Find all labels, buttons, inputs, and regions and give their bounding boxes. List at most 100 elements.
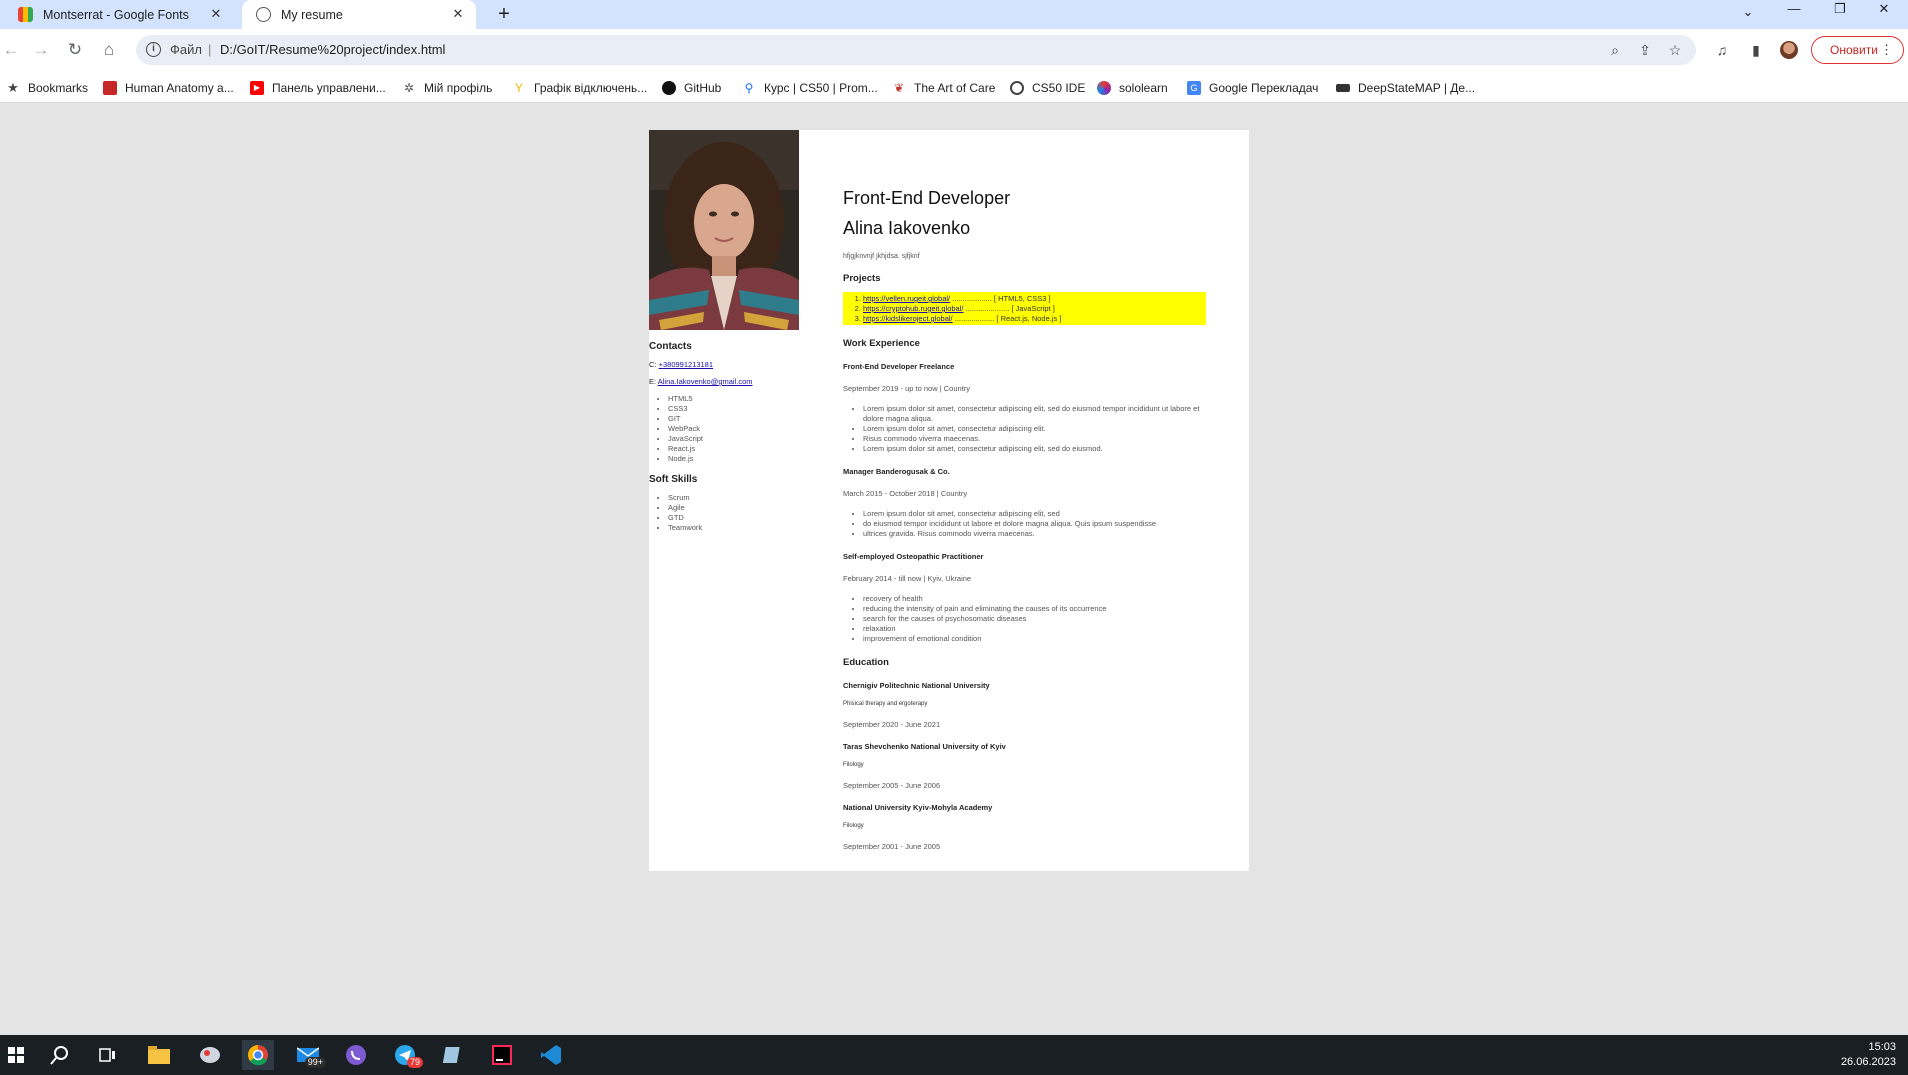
bookmark-star-icon[interactable]: ☆ xyxy=(1666,41,1684,59)
github-icon xyxy=(662,81,676,95)
address-bar[interactable]: i Файл | D:/GoIT/Resume%20project/index.… xyxy=(136,35,1696,65)
address-separator: | xyxy=(208,42,212,57)
project-link[interactable]: https://kidslikeroject.global/ xyxy=(863,314,953,323)
reload-icon[interactable]: ↻ xyxy=(64,39,86,61)
windows-start-icon[interactable] xyxy=(0,1040,32,1070)
bookmark-item[interactable]: ✲ Мій профіль xyxy=(402,79,492,97)
bookmark-item[interactable]: Human Anatomy a... xyxy=(103,79,234,97)
address-url[interactable]: D:/GoIT/Resume%20project/index.html xyxy=(220,42,445,57)
project-link[interactable]: https://vellen.rugeit.global/ xyxy=(863,294,950,303)
tab-google-fonts[interactable]: Montserrat - Google Fonts ✕ xyxy=(8,0,234,29)
back-icon[interactable]: ← xyxy=(0,39,22,61)
bookmark-label: sololearn xyxy=(1119,81,1168,95)
new-tab-button[interactable]: + xyxy=(490,3,518,27)
telegram-icon[interactable]: 79 xyxy=(389,1040,423,1070)
bookmark-item[interactable]: DeepStateMAP | Де... xyxy=(1336,79,1475,97)
project-tech: [ React.js, Node.js ] xyxy=(996,314,1062,323)
school-name: Chernigiv Politechnic National Universit… xyxy=(843,681,990,690)
file-explorer-icon[interactable] xyxy=(143,1040,175,1070)
email-line: E: Alina.Iakovenko@gmail.com xyxy=(649,377,799,386)
share-icon[interactable]: ⇪ xyxy=(1636,41,1654,59)
resume-card: Contacts C: +380991213181 E: Alina.Iakov… xyxy=(649,130,1249,871)
tab-my-resume[interactable]: My resume ✕ xyxy=(242,0,476,29)
bookmark-item[interactable]: sololearn xyxy=(1097,79,1168,97)
mail-icon[interactable]: 99+ xyxy=(292,1040,326,1070)
telegram-badge: 79 xyxy=(406,1057,423,1068)
side-panel-icon[interactable]: ▮ xyxy=(1746,40,1766,60)
email-link[interactable]: Alina.Iakovenko@gmail.com xyxy=(658,377,753,386)
browser-toolbar: ← → ↻ ⌂ i Файл | D:/GoIT/Resume%20projec… xyxy=(0,29,1908,73)
phone-line: C: +380991213181 xyxy=(649,360,799,369)
close-icon[interactable]: ✕ xyxy=(208,6,224,22)
app-icon[interactable] xyxy=(194,1040,226,1070)
list-item: WebPack xyxy=(668,424,799,434)
phone-link[interactable]: +380991213181 xyxy=(659,360,713,369)
job-entry-period: February 2014 - till now | Kyiv, Ukraine xyxy=(843,574,972,583)
bookmark-item[interactable]: ❦ The Art of Care xyxy=(892,79,995,97)
list-item: HTML5 xyxy=(668,394,799,404)
education-heading: Education xyxy=(843,657,889,668)
google-fonts-icon xyxy=(18,7,33,22)
bookmark-item[interactable]: ⚲ Курс | CS50 | Prom... xyxy=(742,79,878,97)
job-entry-period: September 2019 - up to now | Country xyxy=(843,384,971,393)
close-window-icon[interactable]: ✕ xyxy=(1862,0,1906,20)
list-item: GTD xyxy=(668,513,799,523)
update-button[interactable]: Оновити ⋮ xyxy=(1811,36,1904,64)
tab-search-icon[interactable]: ⌄ xyxy=(1726,3,1770,23)
list-item: recovery of health xyxy=(863,594,1203,604)
bookmark-item[interactable]: G Google Перекладач xyxy=(1187,79,1318,97)
list-item: Lorem ipsum dolor sit amet, consectetur … xyxy=(863,404,1203,424)
list-item: JavaScript xyxy=(668,434,799,444)
globe-icon xyxy=(256,7,271,22)
clock-time: 15:03 xyxy=(1868,1041,1896,1053)
bookmark-label: Панель управлени... xyxy=(272,81,386,95)
taskbar: 99+ 79 15:03 26.06.2023 xyxy=(0,1035,1908,1075)
clock-date: 26.06.2023 xyxy=(1840,1056,1896,1068)
mail-badge: 99+ xyxy=(304,1057,326,1068)
search-icon[interactable] xyxy=(44,1040,76,1070)
job-duties-list: recovery of health reducing the intensit… xyxy=(863,594,1203,644)
list-item: Node.js xyxy=(668,454,799,464)
bookmark-item[interactable]: Y Графік відключень... xyxy=(512,79,647,97)
media-control-icon[interactable]: ♫ xyxy=(1712,40,1732,60)
tagline: hfjgjknvnjf jkhjdsa. sjfjknf xyxy=(843,253,920,260)
job-duties-list: Lorem ipsum dolor sit amet, consectetur … xyxy=(863,404,1203,454)
notepad-icon[interactable] xyxy=(437,1040,469,1070)
tab-title: My resume xyxy=(281,7,343,22)
project-dots: ................... xyxy=(952,294,992,303)
list-item: Teamwork xyxy=(668,523,799,533)
chrome-icon[interactable] xyxy=(242,1040,274,1070)
vscode-icon[interactable] xyxy=(535,1040,567,1070)
project-dots: ................... xyxy=(954,314,995,323)
contacts-heading: Contacts xyxy=(649,341,692,352)
info-icon[interactable]: i xyxy=(146,42,161,57)
system-clock[interactable]: 15:03 26.06.2023 xyxy=(1841,1040,1896,1070)
viber-icon[interactable] xyxy=(340,1040,372,1070)
home-icon[interactable]: ⌂ xyxy=(98,39,120,61)
close-icon[interactable]: ✕ xyxy=(450,6,466,22)
intellij-icon[interactable] xyxy=(486,1040,518,1070)
address-scheme: Файл xyxy=(170,42,202,57)
project-link[interactable]: https://cryptohub.rugeit.global/ xyxy=(863,304,963,313)
study-period: September 2001 - June 2005 xyxy=(843,842,941,851)
task-view-icon[interactable] xyxy=(92,1040,124,1070)
bookmark-item[interactable]: CS50 IDE xyxy=(1010,79,1085,97)
forward-icon[interactable]: → xyxy=(30,39,52,61)
menu-dots-icon[interactable]: ⋮ xyxy=(1880,37,1893,63)
list-item: Risus commodo viverra maecenas. xyxy=(863,434,1203,444)
zoom-icon[interactable]: ⌕ xyxy=(1606,41,1624,59)
bookmark-item[interactable]: ★ Bookmarks xyxy=(6,79,88,97)
main-column: Front-End Developer Alina Iakovenko hfjg… xyxy=(843,187,1206,851)
bookmark-label: Графік відключень... xyxy=(534,81,648,95)
profile-photo xyxy=(649,130,799,330)
minimize-icon[interactable]: — xyxy=(1772,0,1816,20)
bookmark-item[interactable]: GitHub xyxy=(662,79,721,97)
profile-avatar[interactable] xyxy=(1780,41,1798,59)
list-item: search for the causes of psychosomatic d… xyxy=(863,614,1203,624)
bookmark-item[interactable]: ▶ Панель управлени... xyxy=(250,79,386,97)
bookmark-label: Bookmarks xyxy=(28,81,89,95)
list-item: CSS3 xyxy=(668,404,799,414)
list-item: Lorem ipsum dolor sit amet, consectetur … xyxy=(863,444,1203,454)
restore-icon[interactable]: ❐ xyxy=(1818,0,1862,20)
list-item: Lorem ipsum dolor sit amet, consectetur … xyxy=(863,424,1203,434)
